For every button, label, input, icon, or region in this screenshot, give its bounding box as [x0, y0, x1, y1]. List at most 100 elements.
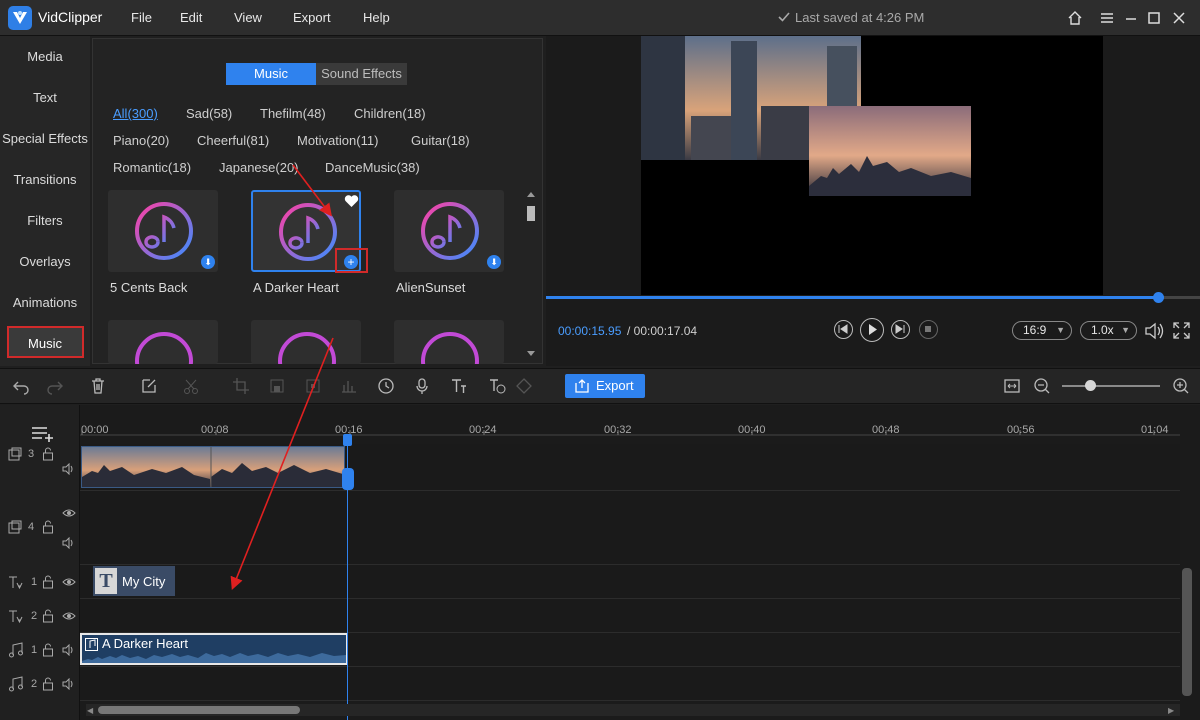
sidebar-item-special-effects[interactable]: Special Effects: [0, 131, 90, 146]
eye-icon[interactable]: [62, 576, 76, 590]
music-item-thumbnail[interactable]: [251, 320, 361, 364]
track-row-text-1[interactable]: [80, 565, 1180, 599]
music-item-title: A Darker Heart: [253, 280, 339, 295]
track-number: 2: [31, 678, 38, 690]
next-frame-icon[interactable]: [891, 320, 910, 339]
track-row-audio-2[interactable]: [80, 667, 1180, 701]
tab-music[interactable]: Music: [226, 63, 316, 85]
category-japanese[interactable]: Japanese(20): [219, 160, 299, 175]
menu-help[interactable]: Help: [363, 10, 390, 25]
sidebar-item-filters[interactable]: Filters: [0, 213, 90, 228]
zoom-out-icon[interactable]: [1033, 377, 1051, 395]
playhead-handle[interactable]: [343, 434, 352, 446]
edit-icon[interactable]: [140, 377, 158, 395]
crop-icon[interactable]: [232, 377, 250, 395]
close-icon[interactable]: [1170, 9, 1188, 27]
heart-favorite-icon[interactable]: [344, 194, 359, 208]
previous-frame-icon[interactable]: [834, 320, 853, 339]
tab-sound-effects[interactable]: Sound Effects: [316, 63, 407, 85]
music-item-title: AlienSunset: [396, 280, 466, 295]
category-piano[interactable]: Piano(20): [113, 133, 169, 148]
category-guitar[interactable]: Guitar(18): [411, 133, 470, 148]
zoom-in-icon[interactable]: [1172, 377, 1190, 395]
sidebar-item-media[interactable]: Media: [0, 49, 90, 64]
category-children[interactable]: Children(18): [354, 106, 426, 121]
eye-icon[interactable]: [62, 610, 76, 624]
sidebar-item-overlays[interactable]: Overlays: [0, 254, 90, 269]
track-row-text-2[interactable]: [80, 599, 1180, 633]
speaker-icon[interactable]: [62, 537, 76, 551]
play-icon[interactable]: [860, 318, 884, 342]
music-item-thumbnail[interactable]: [394, 320, 504, 364]
speaker-icon[interactable]: [62, 463, 76, 477]
category-thefilm[interactable]: Thefilm(48): [260, 106, 326, 121]
speaker-icon[interactable]: [62, 644, 76, 658]
category-cheerful[interactable]: Cheerful(81): [197, 133, 269, 148]
sidebar-item-text[interactable]: Text: [0, 90, 90, 105]
duration-clock-icon[interactable]: [377, 377, 395, 395]
menu-edit[interactable]: Edit: [180, 10, 202, 25]
volume-icon[interactable]: [1144, 321, 1166, 341]
stop-icon[interactable]: [919, 320, 938, 339]
lock-icon[interactable]: [42, 643, 56, 657]
sidebar-item-animations[interactable]: Animations: [0, 295, 90, 310]
add-track-icon[interactable]: [31, 426, 53, 442]
lock-icon[interactable]: [42, 575, 56, 589]
lock-icon[interactable]: [42, 677, 56, 691]
ruler-label: 00:08: [201, 424, 229, 436]
timeline-zoom-slider[interactable]: [1062, 385, 1160, 387]
sidebar-item-music[interactable]: Music: [0, 336, 90, 351]
timeline-zoom-handle[interactable]: [1085, 380, 1096, 391]
speed-dropdown[interactable]: 1.0x ▼: [1080, 321, 1137, 340]
lock-icon[interactable]: [42, 609, 56, 623]
minimize-icon[interactable]: [1122, 9, 1140, 27]
app-logo-icon: [8, 6, 32, 30]
hamburger-menu-icon[interactable]: [1098, 9, 1116, 27]
category-dancemusic[interactable]: DanceMusic(38): [325, 160, 420, 175]
audio-clip-label: A Darker Heart: [102, 636, 188, 651]
aspect-ratio-dropdown[interactable]: 16:9 ▼: [1012, 321, 1072, 340]
microphone-icon[interactable]: [413, 377, 431, 395]
menu-export[interactable]: Export: [293, 10, 331, 25]
undo-icon[interactable]: [12, 377, 30, 395]
scroll-right-icon[interactable]: ▶: [1168, 706, 1174, 715]
video-preview: [641, 36, 1103, 295]
lock-icon[interactable]: [42, 520, 56, 534]
audio-level-icon[interactable]: [340, 377, 358, 395]
cut-icon[interactable]: [182, 377, 200, 395]
music-item-thumbnail[interactable]: [108, 320, 218, 364]
download-icon[interactable]: ⬇: [487, 255, 501, 269]
speech-to-text-icon[interactable]: [488, 377, 506, 395]
timeline-scroll-thumb[interactable]: [98, 706, 300, 714]
ruler-label: 00:40: [738, 424, 766, 436]
text-to-speech-icon[interactable]: [450, 377, 468, 395]
timeline-vertical-scrollbar[interactable]: [1182, 568, 1192, 696]
freeze-frame-icon[interactable]: [304, 377, 322, 395]
category-sad[interactable]: Sad(58): [186, 106, 232, 121]
video-clip[interactable]: [81, 446, 345, 488]
category-all[interactable]: All(300): [113, 106, 158, 121]
redo-icon[interactable]: [46, 377, 64, 395]
fit-timeline-icon[interactable]: [1003, 377, 1021, 395]
library-scrollbar[interactable]: [526, 190, 536, 358]
category-romantic[interactable]: Romantic(18): [113, 160, 191, 175]
menu-file[interactable]: File: [131, 10, 152, 25]
menu-view[interactable]: View: [234, 10, 262, 25]
lock-icon[interactable]: [42, 447, 56, 461]
music-track-icon: [8, 676, 23, 692]
delete-icon[interactable]: [89, 377, 107, 395]
scroll-left-icon[interactable]: ◀: [87, 706, 93, 715]
home-icon[interactable]: [1066, 9, 1084, 27]
category-motivation[interactable]: Motivation(11): [297, 133, 378, 148]
eye-icon[interactable]: [62, 507, 76, 521]
fullscreen-icon[interactable]: [1172, 321, 1191, 340]
sidebar-item-transitions[interactable]: Transitions: [0, 172, 90, 187]
keyframe-icon[interactable]: [515, 377, 533, 395]
maximize-icon[interactable]: [1145, 9, 1163, 27]
add-icon[interactable]: +: [344, 255, 358, 269]
clip-trim-handle[interactable]: [342, 468, 354, 490]
track-row-video-4[interactable]: [80, 491, 1180, 565]
mosaic-icon[interactable]: [268, 377, 286, 395]
speaker-icon[interactable]: [62, 678, 76, 692]
download-icon[interactable]: ⬇: [201, 255, 215, 269]
